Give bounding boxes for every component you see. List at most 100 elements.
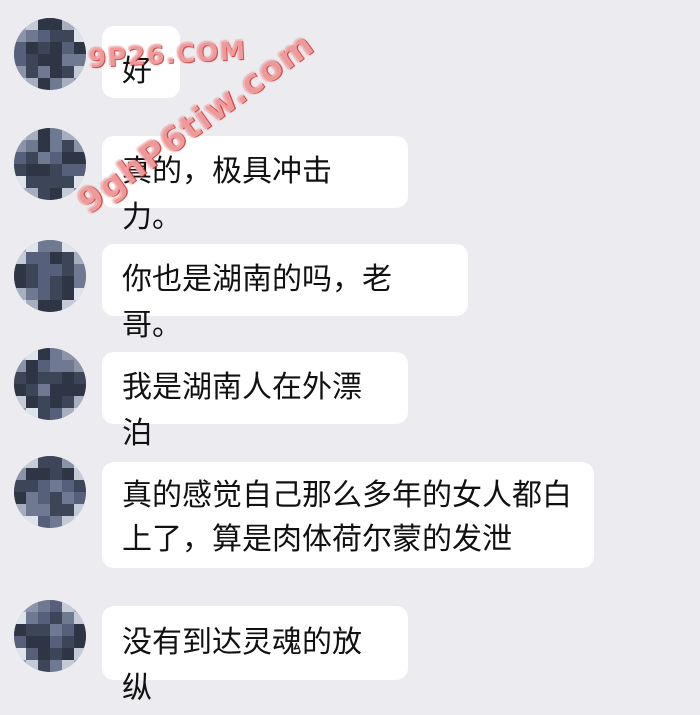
avatar-mosaic-tile — [62, 384, 74, 396]
avatar[interactable] — [14, 456, 86, 528]
avatar-mosaic-tile — [26, 300, 38, 312]
avatar-mosaic-tile — [74, 636, 86, 648]
avatar-mosaic-tile — [74, 66, 86, 78]
avatar-mosaic-tile — [74, 468, 86, 480]
avatar-mosaic-tile — [62, 140, 74, 152]
avatar-mosaic-tile — [50, 660, 62, 672]
avatar-mosaic-tile — [26, 612, 38, 624]
message-bubble[interactable]: 你也是湖南的吗，老哥。 — [102, 244, 468, 343]
avatar[interactable] — [14, 240, 86, 312]
message-bubble[interactable]: 好 — [102, 26, 180, 98]
avatar-mosaic-tile — [74, 516, 86, 528]
avatar[interactable] — [14, 128, 86, 200]
avatar-mosaic-tile — [14, 456, 26, 468]
avatar-mosaic-tile — [50, 264, 62, 276]
avatar-mosaic-tile — [26, 54, 38, 66]
avatar-mosaic-tile — [14, 252, 26, 264]
avatar-mosaic-tile — [74, 152, 86, 164]
message-bubble[interactable]: 我是湖南人在外漂泊 — [102, 352, 408, 451]
avatar[interactable] — [14, 600, 86, 672]
avatar-mosaic-tile — [50, 78, 62, 90]
avatar-mosaic-tile — [50, 492, 62, 504]
avatar-mosaic-tile — [38, 66, 50, 78]
avatar-mosaic-tile — [26, 468, 38, 480]
avatar-mosaic-tile — [38, 480, 50, 492]
avatar-mosaic-tile — [62, 660, 74, 672]
avatar-mosaic-tile — [50, 648, 62, 660]
avatar-mosaic-tile — [62, 396, 74, 408]
avatar-mosaic-tile — [14, 660, 26, 672]
avatar[interactable] — [14, 18, 86, 90]
avatar-mosaic-tile — [14, 360, 26, 372]
avatar-mosaic-tile — [50, 636, 62, 648]
avatar-mosaic-tile — [62, 276, 74, 288]
avatar-mosaic-tile — [26, 636, 38, 648]
avatar-mosaic-tile — [26, 348, 38, 360]
avatar-mosaic-tile — [14, 188, 26, 200]
avatar-mosaic-tile — [50, 188, 62, 200]
avatar-mosaic-tile — [26, 456, 38, 468]
avatar-mosaic-tile — [62, 30, 74, 42]
avatar[interactable] — [14, 348, 86, 420]
avatar-mosaic-tile — [38, 188, 50, 200]
avatar-mosaic-tile — [26, 176, 38, 188]
avatar-mosaic-tile — [62, 240, 74, 252]
avatar-mosaic-tile — [62, 252, 74, 264]
avatar-mosaic-tile — [14, 240, 26, 252]
avatar-mosaic-tile — [38, 384, 50, 396]
avatar-mosaic-tile — [62, 636, 74, 648]
avatar-mosaic-tile — [50, 18, 62, 30]
avatar-mosaic-tile — [26, 600, 38, 612]
avatar-mosaic-tile — [14, 384, 26, 396]
avatar-mosaic-tile — [74, 140, 86, 152]
avatar-mosaic-tile — [62, 468, 74, 480]
avatar-mosaic-tile — [62, 188, 74, 200]
message-bubble[interactable]: 没有到达灵魂的放纵 — [102, 606, 408, 706]
avatar-mosaic-tile — [74, 42, 86, 54]
avatar-mosaic-tile — [38, 360, 50, 372]
avatar-mosaic-tile — [74, 348, 86, 360]
avatar-mosaic-tile — [38, 42, 50, 54]
avatar-mosaic-tile — [62, 648, 74, 660]
chat-message-list[interactable]: 好 真的，极具冲击力。 你也是湖南的吗，老哥。 我是湖南人在外漂泊 真的感觉自己… — [0, 0, 700, 715]
avatar-mosaic-tile — [14, 152, 26, 164]
avatar-mosaic-tile — [38, 660, 50, 672]
avatar-mosaic-tile — [26, 480, 38, 492]
avatar-mosaic-tile — [50, 54, 62, 66]
avatar-mosaic-tile — [74, 276, 86, 288]
avatar-mosaic-tile — [38, 600, 50, 612]
avatar-mosaic-tile — [14, 516, 26, 528]
avatar-mosaic-tile — [62, 360, 74, 372]
avatar-mosaic-tile — [26, 188, 38, 200]
message-bubble[interactable]: 真的，极具冲击力。 — [102, 136, 408, 235]
avatar-mosaic-tile — [74, 360, 86, 372]
avatar-mosaic-tile — [38, 408, 50, 420]
avatar-mosaic-tile — [74, 240, 86, 252]
avatar-mosaic-tile — [26, 18, 38, 30]
avatar-mosaic-tile — [26, 504, 38, 516]
avatar-mosaic-tile — [74, 372, 86, 384]
avatar-mosaic-tile — [62, 492, 74, 504]
avatar-mosaic-tile — [50, 240, 62, 252]
avatar-mosaic-tile — [62, 288, 74, 300]
avatar-mosaic-tile — [26, 516, 38, 528]
avatar-mosaic-tile — [14, 492, 26, 504]
avatar-mosaic-tile — [26, 372, 38, 384]
avatar-mosaic-tile — [74, 78, 86, 90]
avatar-mosaic-tile — [50, 372, 62, 384]
avatar-mosaic-tile — [38, 612, 50, 624]
avatar-mosaic-tile — [26, 276, 38, 288]
avatar-mosaic-tile — [14, 648, 26, 660]
avatar-mosaic-tile — [50, 624, 62, 636]
avatar-mosaic-tile — [38, 30, 50, 42]
avatar-mosaic-tile — [62, 600, 74, 612]
avatar-mosaic-tile — [74, 612, 86, 624]
avatar-mosaic-tile — [14, 164, 26, 176]
avatar-mosaic-tile — [38, 176, 50, 188]
message-bubble[interactable]: 真的感觉自己那么多年的女人都白 上了，算是肉体荷尔蒙的发泄 — [102, 462, 594, 568]
avatar-mosaic-tile — [50, 164, 62, 176]
avatar-mosaic-tile — [14, 300, 26, 312]
avatar-mosaic-tile — [14, 66, 26, 78]
avatar-mosaic-tile — [14, 468, 26, 480]
avatar-mosaic-tile — [26, 384, 38, 396]
